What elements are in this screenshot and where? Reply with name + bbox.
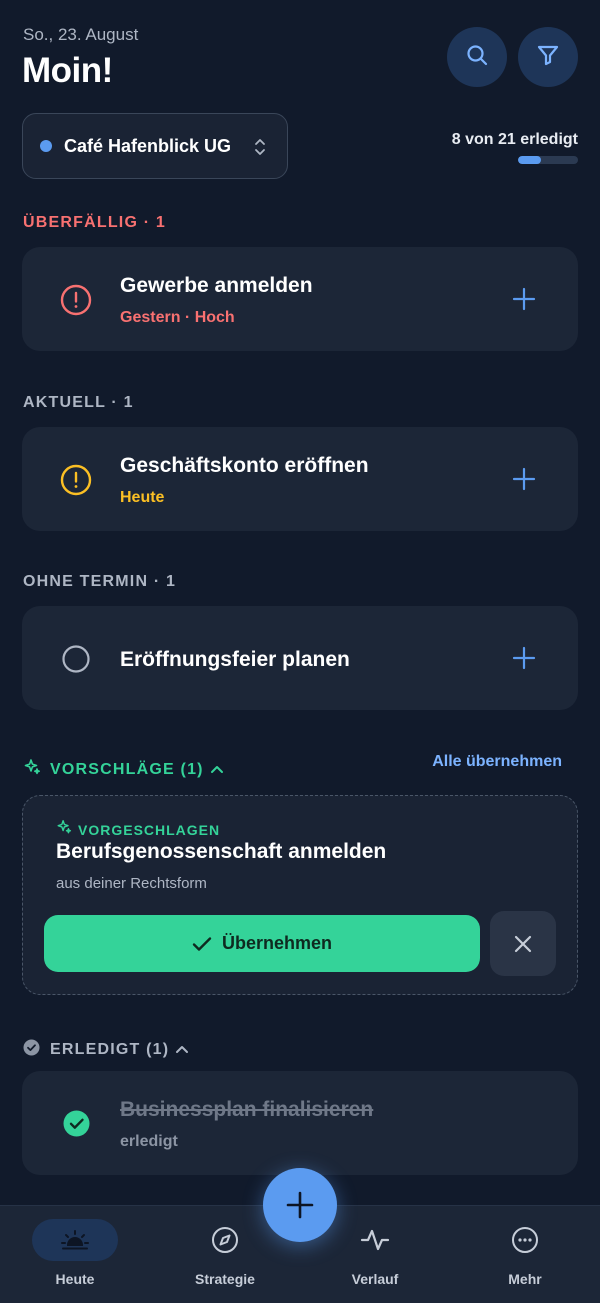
check-icon <box>192 936 212 951</box>
done-label: ERLEDIGT (1) <box>50 1041 170 1058</box>
progress-bar <box>518 156 578 164</box>
suggestion-source: aus deiner Rechtsform <box>56 875 207 892</box>
add-task-fab[interactable] <box>263 1168 337 1242</box>
task-title: Businessplan finalisieren <box>120 1098 374 1121</box>
close-icon <box>514 935 532 952</box>
search-icon <box>465 43 489 72</box>
section-overdue-label: ÜBERFÄLLIG · 1 <box>23 214 167 231</box>
chevron-up-icon <box>210 761 224 779</box>
tab-strategie-pill <box>182 1219 268 1261</box>
section-no-date-label: OHNE TERMIN · 1 <box>23 573 177 590</box>
tab-strategie-label: Strategie <box>195 1271 255 1287</box>
suggestion-tag-label: VORGESCHLAGEN <box>78 821 221 838</box>
more-circle-icon <box>512 1227 538 1253</box>
sunrise-icon <box>61 1230 89 1250</box>
date-label: So., 23. August <box>23 25 139 44</box>
task-status: erledigt <box>120 1133 178 1150</box>
plus-icon <box>286 1191 314 1219</box>
tab-strategie[interactable]: Strategie <box>170 1219 280 1299</box>
filter-button[interactable] <box>518 27 578 87</box>
progress-fill <box>518 156 541 164</box>
task-title: Gewerbe anmelden <box>120 274 313 297</box>
dismiss-suggestion-button[interactable] <box>490 911 556 976</box>
suggestion-card: VORGESCHLAGEN Berufsgenossenschaft anmel… <box>22 795 578 995</box>
company-selector[interactable]: Café Hafenblick UG <box>22 113 288 179</box>
tab-verlauf[interactable]: Verlauf <box>320 1219 430 1299</box>
greeting-title: Moin! <box>22 51 113 90</box>
company-dot <box>40 140 52 152</box>
section-current-label: AKTUELL · 1 <box>23 394 134 411</box>
task-title: Eröffnungsfeier planen <box>120 648 350 671</box>
tab-verlauf-label: Verlauf <box>351 1271 399 1287</box>
chevron-up-icon <box>175 1041 189 1059</box>
alert-circle-icon <box>60 284 92 321</box>
activity-icon <box>360 1229 390 1251</box>
accept-suggestion-label: Übernehmen <box>221 933 333 953</box>
task-card[interactable]: Eröffnungsfeier planen <box>22 606 578 710</box>
empty-circle-icon[interactable] <box>60 643 92 680</box>
task-card-done[interactable]: Businessplan finalisieren erledigt <box>22 1071 578 1175</box>
task-meta: Gestern · Hoch <box>120 309 235 326</box>
accept-suggestion-button[interactable]: Übernehmen <box>44 915 480 972</box>
suggestions-label: VORSCHLÄGE (1) <box>50 760 204 778</box>
tab-mehr-pill <box>482 1219 568 1261</box>
task-card[interactable]: Gewerbe anmelden Gestern · Hoch <box>22 247 578 351</box>
accept-all-link[interactable]: Alle übernehmen <box>432 753 562 771</box>
tab-mehr-label: Mehr <box>508 1271 542 1287</box>
tab-verlauf-pill <box>332 1219 418 1261</box>
compass-icon <box>212 1227 238 1253</box>
task-card[interactable]: Geschäftskonto eröffnen Heute <box>22 427 578 531</box>
tab-heute-pill <box>32 1219 118 1261</box>
tab-mehr[interactable]: Mehr <box>470 1219 580 1299</box>
task-title: Geschäftskonto eröffnen <box>120 454 369 477</box>
suggestions-toggle[interactable]: VORSCHLÄGE (1) <box>23 758 224 781</box>
tab-heute[interactable]: Heute <box>20 1219 130 1299</box>
alert-circle-icon <box>60 464 92 501</box>
sparkle-icon <box>23 758 41 781</box>
check-circle-icon <box>23 1039 40 1061</box>
plus-icon[interactable] <box>512 287 536 316</box>
company-name: Café Hafenblick UG <box>64 135 232 156</box>
done-toggle[interactable]: ERLEDIGT (1) <box>23 1039 189 1061</box>
plus-icon[interactable] <box>512 467 536 496</box>
tab-heute-label: Heute <box>55 1271 95 1287</box>
suggestion-title: Berufsgenossenschaft anmelden <box>56 840 387 863</box>
task-meta: Heute <box>120 489 165 506</box>
search-button[interactable] <box>447 27 507 87</box>
plus-icon[interactable] <box>512 646 536 675</box>
filter-icon <box>536 43 560 72</box>
sparkle-icon <box>56 819 72 840</box>
progress-text: 8 von 21 erledigt <box>451 131 578 148</box>
check-circle-icon[interactable] <box>63 1110 90 1142</box>
chevron-up-down-icon <box>253 136 267 163</box>
suggestion-tag: VORGESCHLAGEN <box>56 819 220 840</box>
